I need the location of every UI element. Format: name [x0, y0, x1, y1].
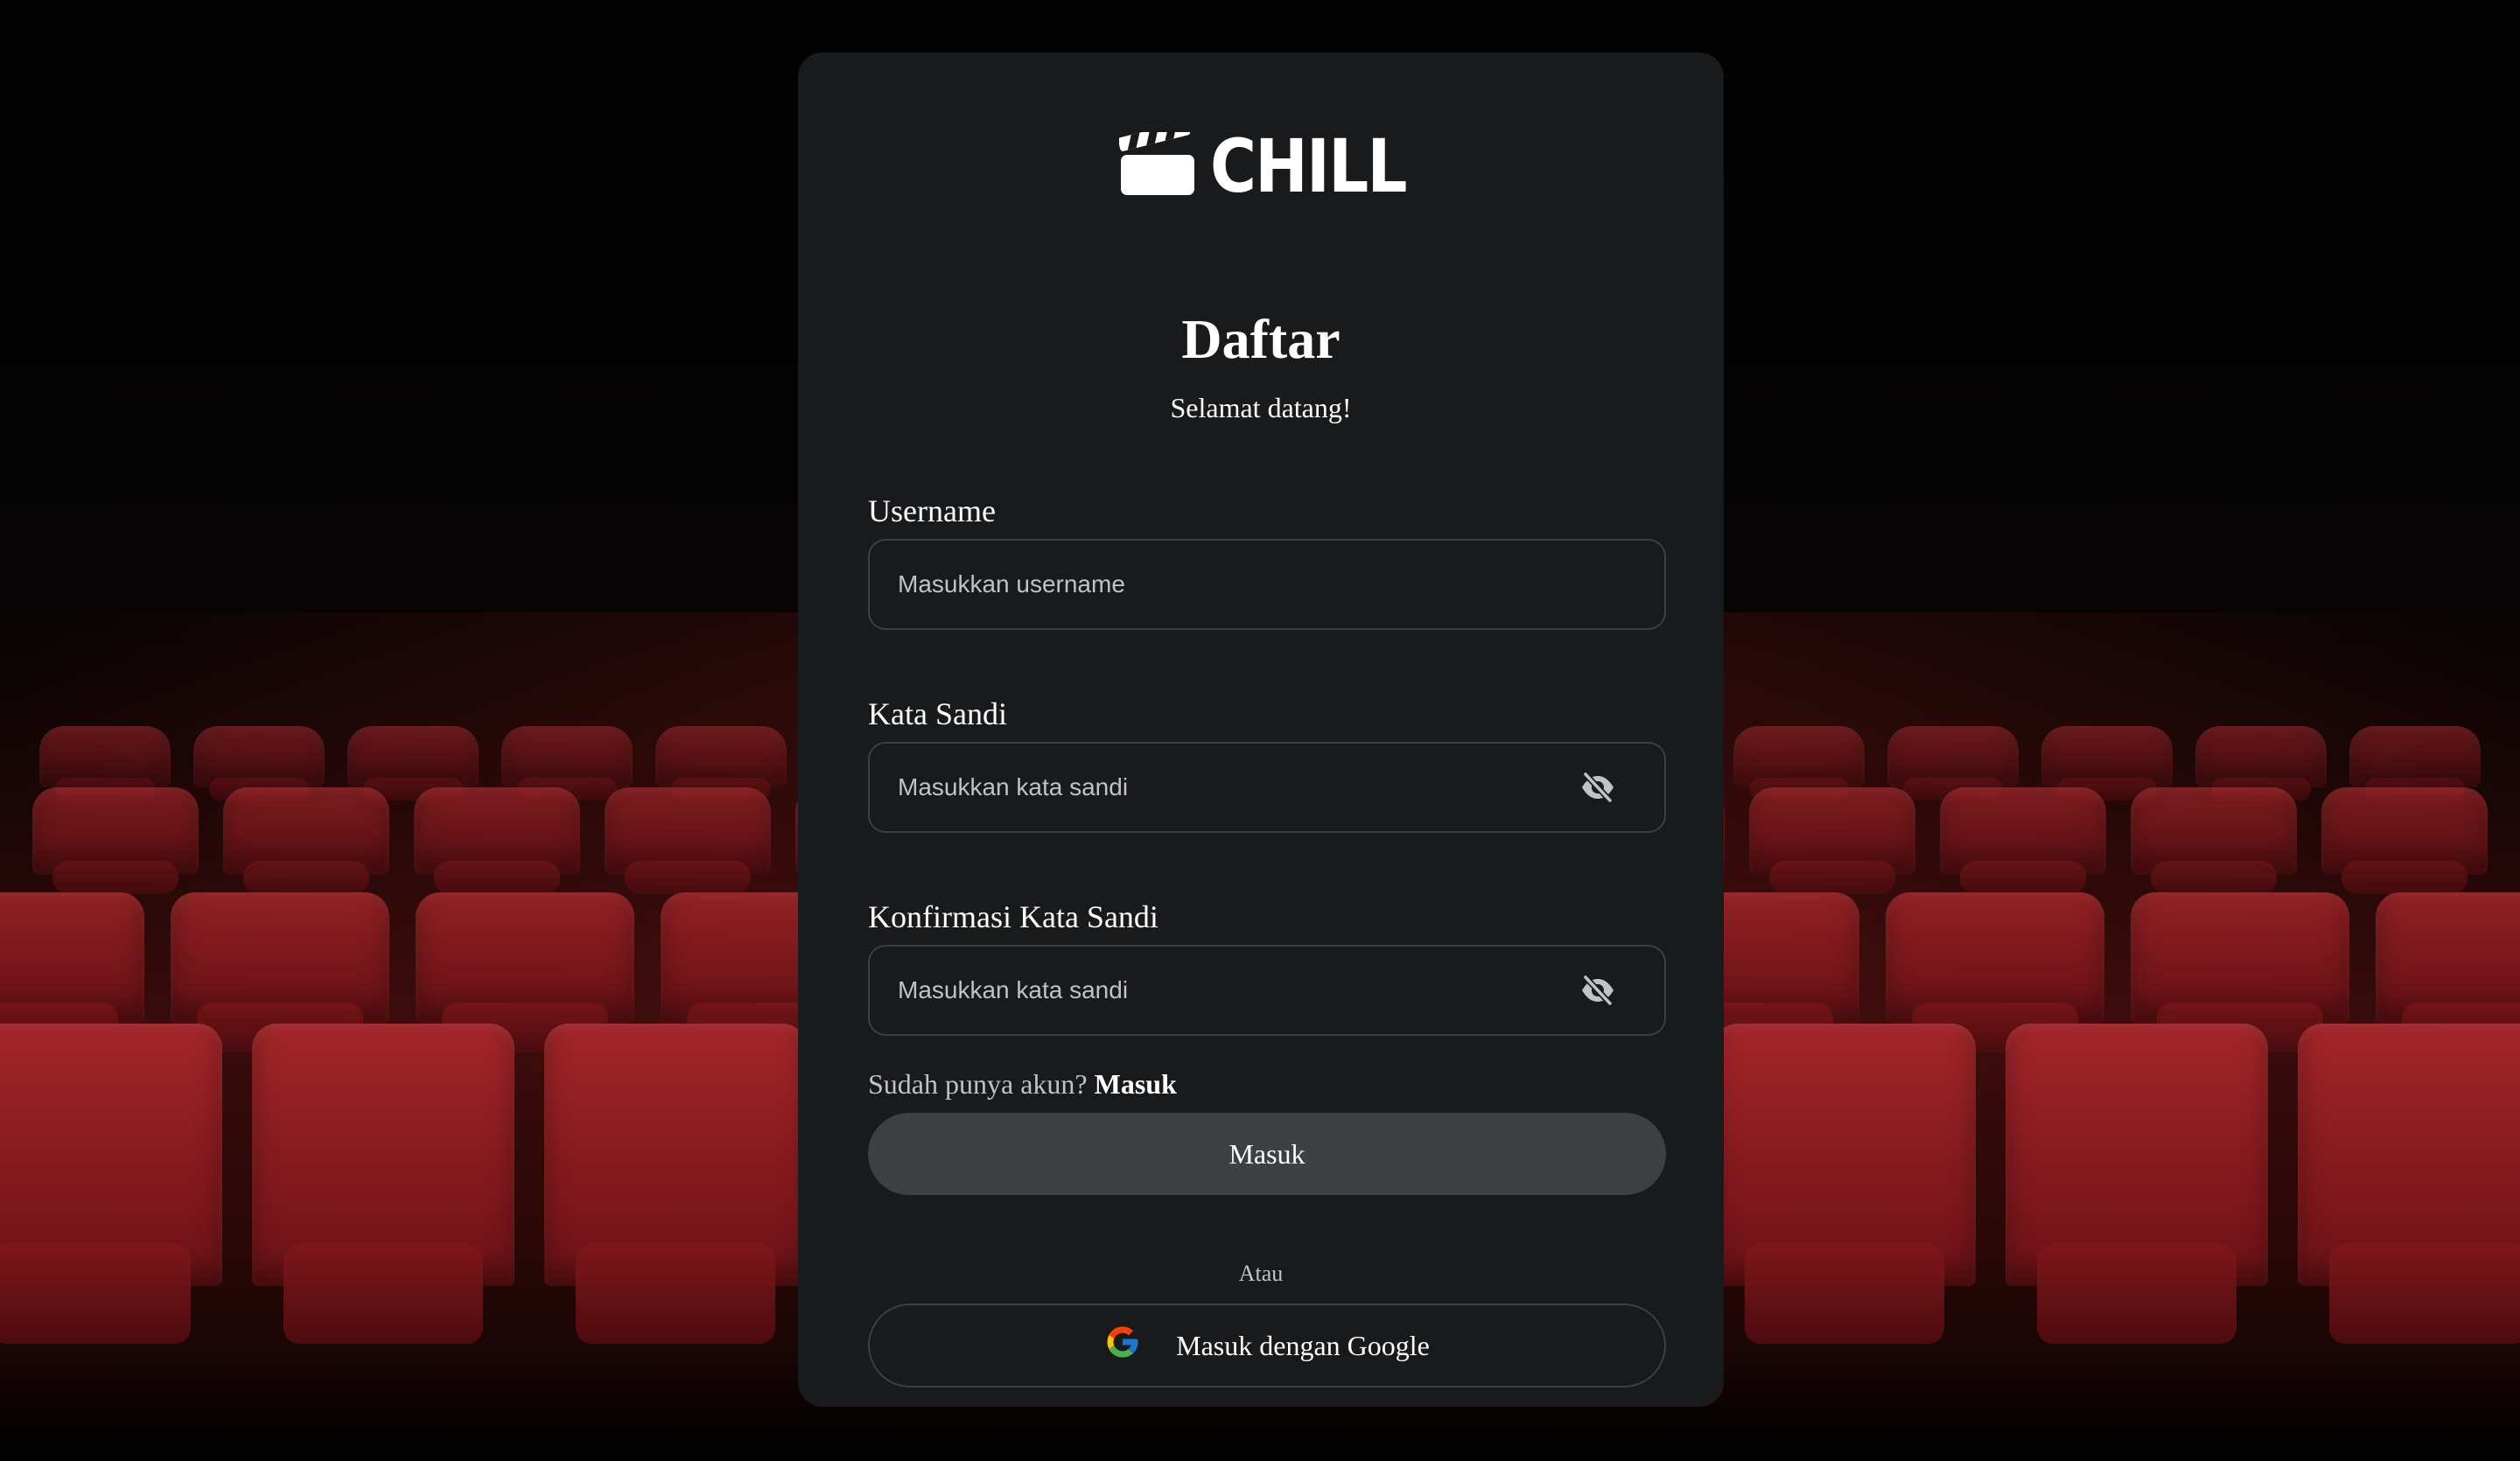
confirm-password-label: Konfirmasi Kata Sandi	[868, 899, 1158, 934]
register-card: CHILL Daftar Selamat datang! Username Ka…	[798, 52, 1724, 1407]
confirm-password-input[interactable]	[898, 976, 1578, 1004]
clapperboard-icon	[1117, 121, 1196, 201]
brand-logo: CHILL	[798, 121, 1724, 209]
password-field	[868, 742, 1666, 833]
signin-prompt-text: Sudah punya akun?	[868, 1068, 1088, 1100]
password-input[interactable]	[898, 773, 1578, 801]
google-signin-button[interactable]: Masuk dengan Google	[868, 1304, 1666, 1388]
eye-slash-icon[interactable]	[1578, 971, 1617, 1010]
google-button-label: Masuk dengan Google	[1176, 1329, 1430, 1361]
username-label: Username	[868, 493, 996, 528]
username-field	[868, 539, 1666, 630]
page-title: Daftar	[1181, 308, 1340, 370]
username-input[interactable]	[898, 570, 1636, 598]
google-icon	[1104, 1324, 1141, 1367]
signin-link[interactable]: Masuk	[1095, 1068, 1177, 1100]
confirm-password-field	[868, 945, 1666, 1036]
submit-button[interactable]: Masuk	[868, 1113, 1666, 1195]
signin-prompt: Sudah punya akun? Masuk	[868, 1070, 1177, 1098]
brand-name: CHILL	[1209, 123, 1408, 209]
eye-slash-icon[interactable]	[1578, 768, 1617, 807]
password-label: Kata Sandi	[868, 696, 1007, 731]
page-subtitle: Selamat datang!	[1170, 392, 1352, 423]
divider-text: Atau	[1238, 1261, 1284, 1286]
